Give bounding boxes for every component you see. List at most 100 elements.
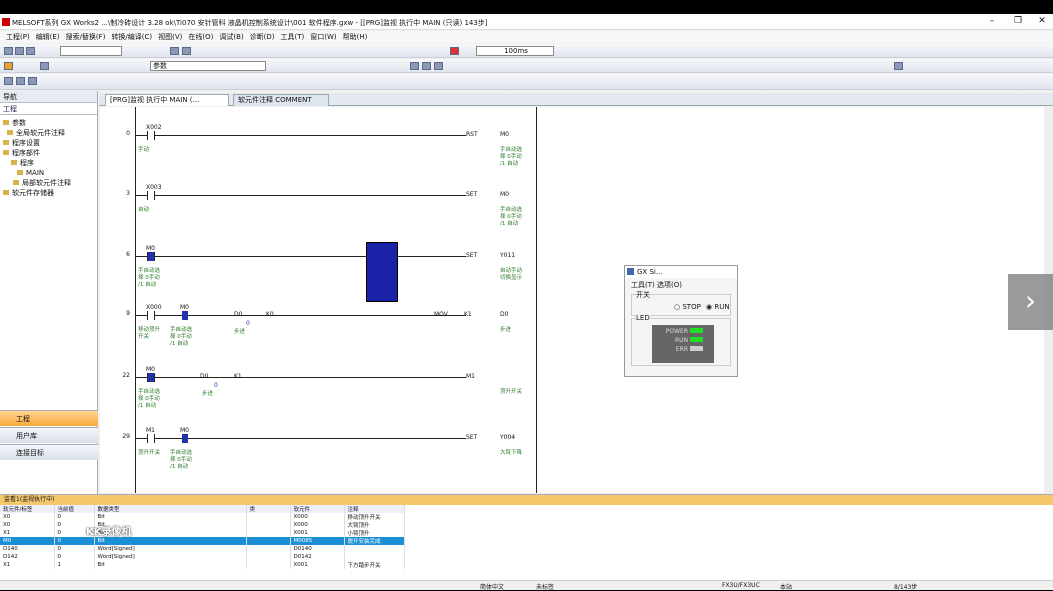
coil-instruction[interactable]: RST: [466, 131, 478, 138]
ladder-close-contact-icon[interactable]: [422, 62, 431, 70]
f6-contact-icon[interactable]: [16, 77, 25, 85]
contact-symbol[interactable]: [147, 434, 155, 443]
menu-item-10[interactable]: 帮助(H): [343, 31, 368, 43]
coil-instruction[interactable]: M1: [466, 373, 475, 380]
sim-stop-radio[interactable]: ○ STOP: [674, 303, 701, 311]
coil-instruction[interactable]: SET: [466, 434, 478, 441]
function-mov: MOV: [434, 311, 448, 318]
compare-d-comment: 步进: [234, 329, 246, 335]
menu-item-9[interactable]: 窗口(W): [310, 31, 336, 43]
watch-row[interactable]: D142 0 Word[Signed] D0142: [0, 553, 405, 561]
sim-run-radio[interactable]: ◉ RUN: [706, 303, 730, 311]
read-plc-icon[interactable]: [170, 47, 179, 55]
watch-header-1[interactable]: 当前值: [54, 505, 95, 513]
close-button[interactable]: ✕: [1032, 16, 1052, 26]
rung-line: [136, 256, 466, 257]
watch-cell: 大臂顶升: [344, 521, 405, 529]
restore-button[interactable]: ❐: [1008, 16, 1028, 26]
ladder-open-contact-icon[interactable]: [410, 62, 419, 70]
nav-user-library[interactable]: 用户库: [0, 427, 98, 443]
contact-comment: 手动: [138, 147, 150, 153]
tab-comment[interactable]: 软元件注释 COMMENT: [233, 94, 329, 106]
tree-item-7[interactable]: 软元件存储器: [3, 188, 94, 198]
menu-item-4[interactable]: 视图(V): [158, 31, 182, 43]
contact-device: X002: [146, 124, 162, 131]
watch-header-3[interactable]: 类: [246, 505, 291, 513]
f5-contact-icon[interactable]: [4, 77, 13, 85]
save-icon[interactable]: [26, 47, 35, 55]
watch-header-4[interactable]: 软元件: [290, 505, 345, 513]
contact-symbol[interactable]: [147, 311, 155, 320]
watch-row[interactable]: X0 0 Bit X000 大臂顶升: [0, 521, 405, 529]
watch-cell: 小臂顶升: [344, 529, 405, 537]
scan-time-field[interactable]: 100ms: [476, 46, 554, 56]
menu-item-3[interactable]: 转换/编译(C): [111, 31, 152, 43]
watch-cell: X0: [0, 513, 55, 521]
tab-main[interactable]: [PRG]监视 执行中 MAIN (...: [105, 94, 229, 106]
tree-item-6[interactable]: 局部软元件注释: [3, 178, 94, 188]
tree-item-0[interactable]: 参数: [3, 118, 94, 128]
open-icon[interactable]: [15, 47, 24, 55]
watch-row[interactable]: X0 0 Bit X000 移动顶升开关: [0, 513, 405, 521]
stop-icon[interactable]: [450, 47, 459, 55]
coil-instruction[interactable]: SET: [466, 252, 478, 259]
menu-item-0[interactable]: 工程(P): [6, 31, 30, 43]
coil-instruction[interactable]: SET: [466, 191, 478, 198]
f7-coil-icon[interactable]: [28, 77, 37, 85]
watch-row[interactable]: X1 1 Bit X001 下方踏步开关: [0, 561, 405, 569]
menu-item-7[interactable]: 诊断(D): [250, 31, 275, 43]
parameter-combo[interactable]: 参数: [150, 61, 266, 71]
folder-icon: [17, 170, 23, 175]
new-icon[interactable]: [4, 47, 13, 55]
watch-cell: X000: [290, 513, 345, 521]
contact2-symbol[interactable]: [182, 311, 188, 320]
next-chevron-icon[interactable]: ›: [1008, 274, 1053, 330]
tree-item-2[interactable]: 程序设置: [3, 138, 94, 148]
watch-header-2[interactable]: 数据类型: [94, 505, 247, 513]
sim-title: GX Si...: [637, 268, 663, 276]
toolbar-ladder: [0, 74, 1053, 90]
contact2-symbol[interactable]: [182, 434, 188, 443]
contact-symbol[interactable]: [147, 131, 155, 140]
project-icon[interactable]: [4, 62, 13, 70]
watch-header-5[interactable]: 注释: [344, 505, 405, 513]
search-combo[interactable]: [60, 46, 122, 56]
ladder-editor[interactable]: 0 X002 手动 RST M0 手自动选 择 0手动 /1 自动 3 X003 自动 SET M0…: [100, 107, 1044, 493]
nav-project[interactable]: 工程: [0, 410, 98, 426]
tree-item-1[interactable]: 全局软元件注释: [3, 128, 94, 138]
tree-item-3[interactable]: 程序部件: [3, 148, 94, 158]
contact-symbol[interactable]: [147, 191, 155, 200]
menu-item-8[interactable]: 工具(T): [281, 31, 305, 43]
watch-cell: Word[Signed]: [94, 553, 247, 561]
watch-row[interactable]: X1 0 Bit X001 小臂顶升: [0, 529, 405, 537]
gx-simulator-window[interactable]: GX Si... 工具(T) 选项(O) 开关 ○ STOP ◉ RUN LED…: [624, 265, 738, 377]
contact-symbol[interactable]: [147, 252, 155, 261]
watch-row[interactable]: D140 0 Word[Signed] D0140: [0, 545, 405, 553]
write-plc-icon[interactable]: [182, 47, 191, 55]
watch-cell: Bit: [94, 561, 247, 569]
menu-item-5[interactable]: 在线(O): [188, 31, 213, 43]
watch-row[interactable]: M0 0 Bit M0085 脱开安装完成: [0, 537, 405, 545]
sim-switch-label: 开关: [636, 290, 650, 300]
watch-table[interactable]: 软元件/标签 当前值 数据类型类软元件 注释 X0 0 Bit X000 移动顶升开关 X0 0 Bi…: [0, 505, 405, 569]
tree-item-4[interactable]: 程序: [3, 158, 94, 168]
sim-logo-icon: [627, 268, 634, 275]
contact-device: X000: [146, 304, 162, 311]
monitor-icon[interactable]: [40, 62, 49, 70]
contact-symbol[interactable]: [147, 373, 155, 382]
watch-cell: 1: [54, 561, 95, 569]
menu-item-6[interactable]: 调试(B): [219, 31, 243, 43]
watch-cell: 脱开安装完成: [344, 537, 405, 545]
zoom-icon[interactable]: [894, 62, 903, 70]
title-bar: MELSOFT系列 GX Works2 ...\制冷砖设计 3.28 ok\Ti…: [0, 14, 1053, 30]
menu-item-1[interactable]: 编辑(E): [36, 31, 60, 43]
ladder-coil-icon[interactable]: [434, 62, 443, 70]
contact-comment: 移动顶升 开关: [138, 327, 161, 340]
contact-device: M1: [146, 427, 155, 434]
tree-item-5[interactable]: MAIN: [3, 168, 94, 178]
watch-cell: Word[Signed]: [94, 545, 247, 553]
menu-item-2[interactable]: 搜索/替换(F): [66, 31, 106, 43]
minimize-button[interactable]: –: [982, 16, 1002, 26]
nav-connection[interactable]: 连接目标: [0, 444, 98, 460]
watch-header-0[interactable]: 软元件/标签: [0, 505, 55, 513]
